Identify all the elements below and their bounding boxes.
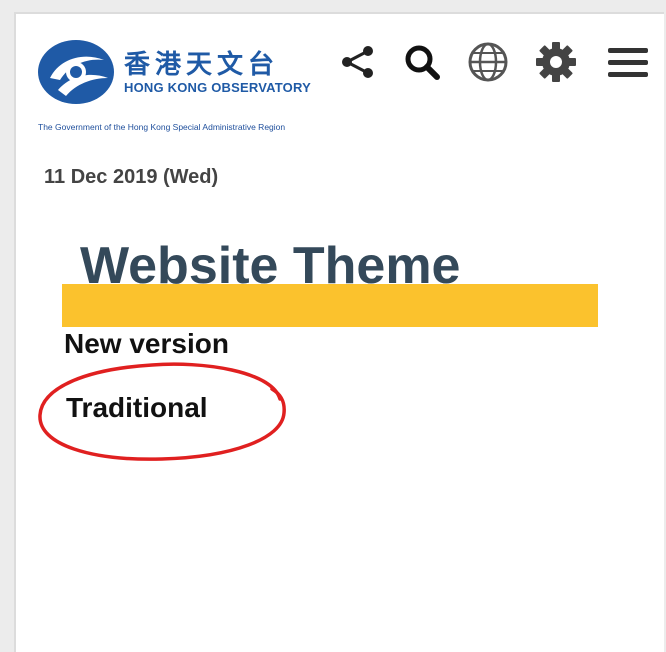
menu-icon[interactable] xyxy=(604,36,652,88)
theme-option-new-version[interactable]: New version xyxy=(64,328,229,360)
hko-logo-mark xyxy=(38,40,114,104)
globe-icon[interactable] xyxy=(464,36,512,88)
share-icon[interactable] xyxy=(334,36,382,88)
theme-option-traditional[interactable]: Traditional xyxy=(66,392,208,424)
page-frame: 香港天文台 HONG KONG OBSERVATORY The Governme… xyxy=(14,12,664,652)
theme-heading: Website Theme xyxy=(80,237,461,295)
logo-english-text: HONG KONG OBSERVATORY xyxy=(124,80,311,95)
government-line: The Government of the Hong Kong Special … xyxy=(38,122,286,132)
toolbar xyxy=(334,36,664,92)
logo-chinese-text: 香港天文台 xyxy=(124,50,280,80)
date-display: 11 Dec 2019 (Wed) xyxy=(44,166,219,188)
gear-icon[interactable] xyxy=(532,36,580,88)
hko-logo[interactable]: 香港天文台 HONG KONG OBSERVATORY xyxy=(36,38,356,108)
search-icon[interactable] xyxy=(398,36,446,88)
